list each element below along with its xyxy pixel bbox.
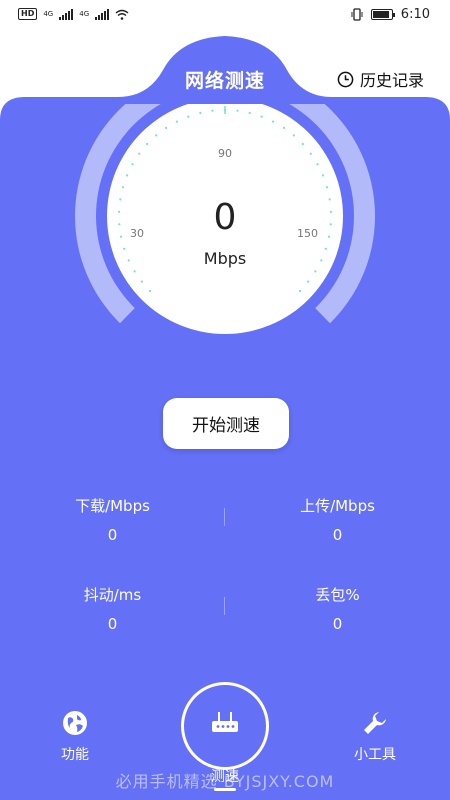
dial-tick xyxy=(272,120,275,123)
download-label: 下载/Mbps xyxy=(75,497,150,515)
stat-divider-2 xyxy=(224,597,225,615)
history-button[interactable]: 历史记录 xyxy=(337,67,424,91)
watermark: 必用手机精选 BYJSJXY.COM xyxy=(115,772,335,791)
dial-tick xyxy=(165,126,168,129)
dial-tick xyxy=(126,174,129,177)
loss-stat: 丢包% 0 xyxy=(225,584,450,633)
dial-tick xyxy=(131,163,134,166)
nav-tools-label: 小工具 xyxy=(354,747,396,763)
nav-features-label: 功能 xyxy=(61,747,89,763)
loss-label: 丢包% xyxy=(315,586,360,604)
jitter-stat: 抖动/ms 0 xyxy=(0,584,225,633)
dial-tick xyxy=(140,280,143,283)
dial-tick xyxy=(148,289,152,293)
download-stat: 下载/Mbps 0 xyxy=(0,495,225,544)
dial-tick xyxy=(301,142,304,146)
dial-tick xyxy=(248,111,251,114)
history-label: 历史记录 xyxy=(359,71,424,90)
upload-stat: 上传/Mbps 0 xyxy=(225,495,450,544)
stat-divider xyxy=(224,508,225,526)
dial-tick xyxy=(316,163,319,166)
dial-tick xyxy=(307,280,310,283)
nav-speedtest[interactable] xyxy=(181,682,269,770)
upload-value: 0 xyxy=(332,526,343,544)
dial-tick xyxy=(138,152,141,155)
dial-tick xyxy=(175,120,178,123)
dial-tick xyxy=(211,109,214,112)
dial-tick xyxy=(133,270,136,273)
dial-tick xyxy=(236,109,239,112)
jitter-label: 抖动/ms xyxy=(83,586,142,604)
dial-tick xyxy=(121,186,125,189)
dial-tick xyxy=(321,174,324,177)
nav-features[interactable]: 功能 xyxy=(35,710,115,764)
globe-icon xyxy=(63,711,87,735)
nav-tools[interactable]: 小工具 xyxy=(335,710,415,764)
jitter-value: 0 xyxy=(107,615,118,633)
upload-label: 上传/Mbps xyxy=(300,497,375,515)
dial-tick xyxy=(282,126,285,129)
speed-value: 0 xyxy=(213,197,237,238)
dial-tick xyxy=(314,270,317,273)
download-value: 0 xyxy=(107,526,118,544)
dial-tick xyxy=(155,134,158,137)
dial-tick xyxy=(146,142,149,146)
wrench-icon xyxy=(364,712,386,734)
start-test-button[interactable]: 开始测速 xyxy=(163,398,289,449)
dial-tick xyxy=(298,289,302,293)
loss-value: 0 xyxy=(332,615,343,633)
clock-icon xyxy=(337,71,354,87)
dial-tick xyxy=(187,115,190,118)
dial-tick xyxy=(260,115,263,118)
dial-tick xyxy=(292,134,295,137)
speed-unit: Mbps xyxy=(203,249,247,268)
dial-tick xyxy=(309,152,312,155)
tick-label-mid: 90 xyxy=(218,147,232,160)
dial-tick xyxy=(199,111,202,114)
dial-tick xyxy=(325,186,329,189)
router-icon xyxy=(212,712,238,732)
